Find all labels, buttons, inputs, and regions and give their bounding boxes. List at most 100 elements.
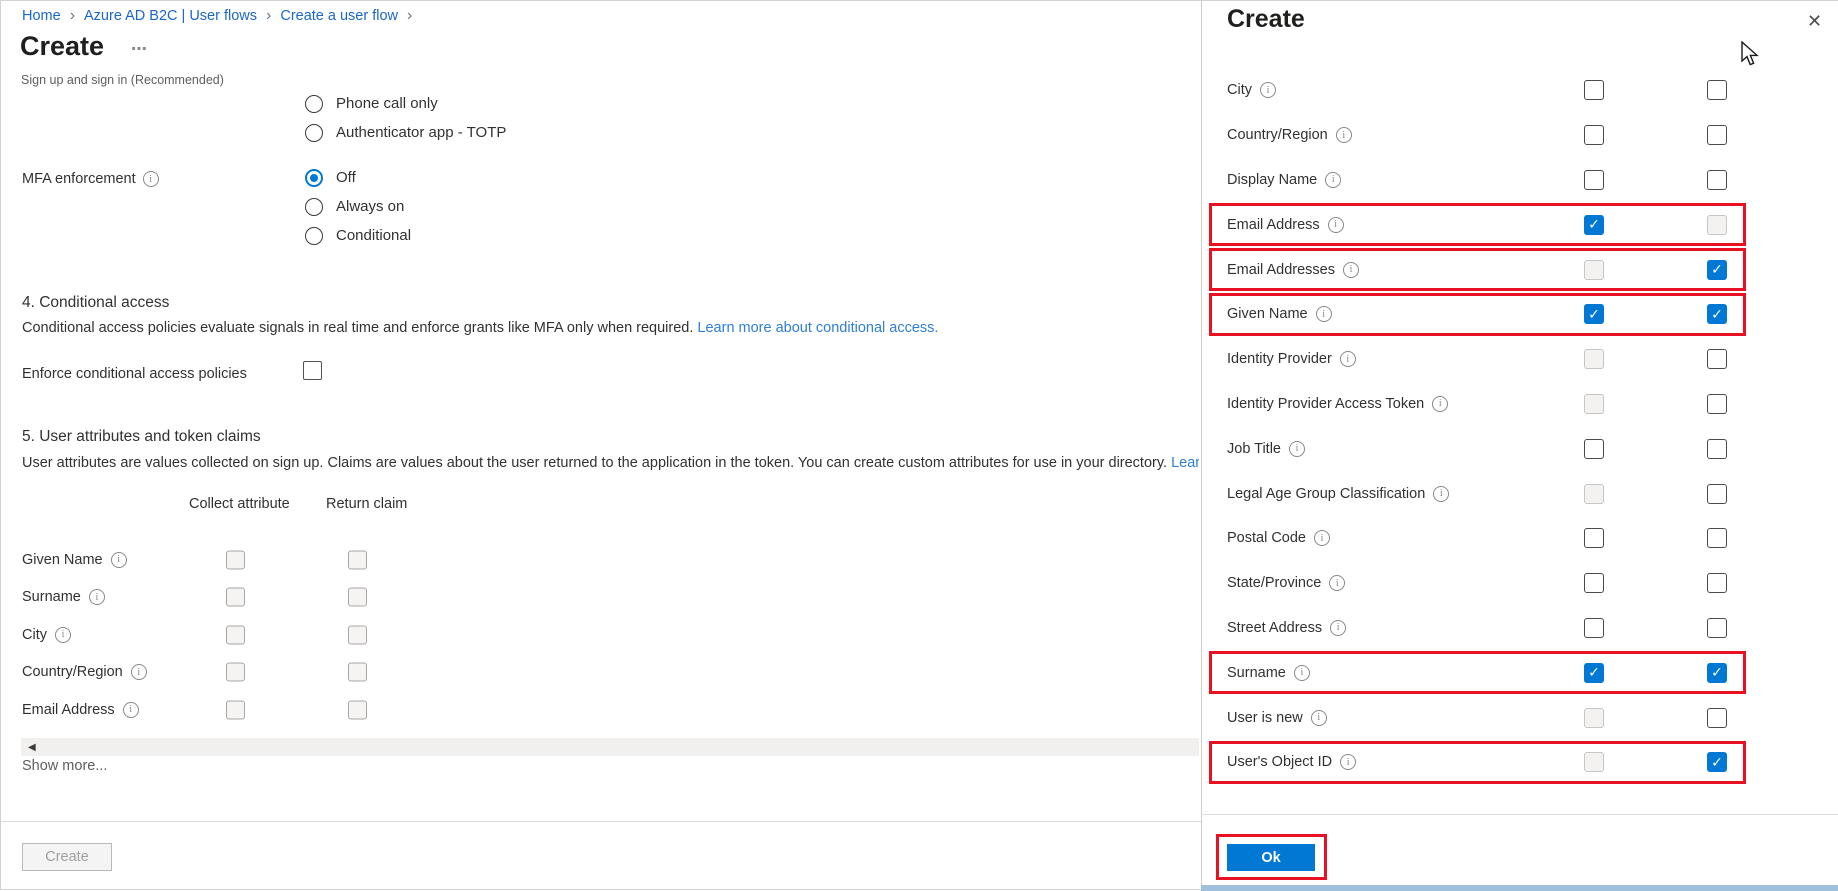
panel-footer-divider xyxy=(1201,814,1838,815)
return-claim-checkbox[interactable] xyxy=(348,662,367,682)
learn-more-link[interactable]: Learn more about conditional access. xyxy=(697,320,938,336)
collect-attribute-checkbox[interactable] xyxy=(1584,662,1604,683)
info-icon[interactable] xyxy=(1343,261,1359,278)
ellipsis-menu-icon[interactable]: ⋯ xyxy=(131,39,148,59)
collect-attribute-checkbox[interactable] xyxy=(1584,617,1604,638)
info-icon[interactable] xyxy=(88,589,105,606)
collect-attribute-checkbox[interactable] xyxy=(1584,304,1604,325)
footer-divider xyxy=(1,821,1201,822)
collect-attribute-checkbox[interactable] xyxy=(1584,528,1604,549)
ok-button[interactable]: Ok xyxy=(1227,844,1315,871)
return-claim-checkbox[interactable] xyxy=(348,587,367,607)
info-icon[interactable] xyxy=(1329,575,1346,592)
breadcrumb-link[interactable]: Azure AD B2C | User flows xyxy=(84,8,257,24)
info-icon[interactable] xyxy=(54,626,71,643)
radio-button[interactable] xyxy=(305,197,323,216)
collect-attribute-checkbox[interactable] xyxy=(1584,259,1604,280)
collect-attribute-checkbox[interactable] xyxy=(226,550,245,570)
return-claim-checkbox[interactable] xyxy=(1707,662,1727,683)
return-claim-checkbox[interactable] xyxy=(1707,304,1727,325)
return-claim-checkbox[interactable] xyxy=(1707,438,1727,459)
attribute-label: Street Address xyxy=(1227,619,1347,636)
collect-attribute-checkbox[interactable] xyxy=(1584,214,1604,235)
return-claim-checkbox[interactable] xyxy=(1707,483,1727,504)
return-claim-checkbox[interactable] xyxy=(1707,169,1727,190)
return-claim-checkbox[interactable] xyxy=(1707,80,1727,101)
info-icon[interactable] xyxy=(122,701,139,718)
return-claim-checkbox[interactable] xyxy=(1707,528,1727,549)
learn-more-link-truncated[interactable]: Learn xyxy=(1171,455,1199,471)
info-icon[interactable] xyxy=(1314,530,1330,547)
collect-attribute-checkbox[interactable] xyxy=(1584,349,1604,370)
info-icon[interactable] xyxy=(1432,395,1449,412)
info-icon[interactable] xyxy=(142,171,159,187)
create-user-flow-page: Home Azure AD B2C | User flows Create a … xyxy=(0,0,1838,891)
close-icon[interactable] xyxy=(1807,11,1822,32)
info-icon[interactable] xyxy=(1310,709,1327,726)
horizontal-scrollbar[interactable] xyxy=(21,738,1199,756)
breadcrumb-link[interactable]: Home xyxy=(22,8,61,24)
table-row: Email Address xyxy=(1,691,621,729)
collect-attribute-checkbox[interactable] xyxy=(226,587,245,607)
attribute-row: Identity Provider Access Token xyxy=(1201,382,1838,427)
attribute-label: Surname xyxy=(22,589,105,606)
show-more-link[interactable]: Show more... xyxy=(22,758,107,774)
info-icon[interactable] xyxy=(110,551,127,568)
return-claim-checkbox[interactable] xyxy=(348,550,367,570)
scroll-left-icon[interactable] xyxy=(28,742,36,753)
chevron-right-icon xyxy=(266,7,271,25)
collect-attribute-checkbox[interactable] xyxy=(1584,752,1604,773)
collect-attribute-checkbox[interactable] xyxy=(1584,438,1604,459)
breadcrumb-link[interactable]: Create a user flow xyxy=(280,8,398,24)
attribute-row: City xyxy=(1201,68,1838,113)
collect-attribute-checkbox[interactable] xyxy=(1584,125,1604,146)
return-claim-checkbox[interactable] xyxy=(1707,707,1727,728)
collect-attribute-checkbox[interactable] xyxy=(226,700,245,720)
return-claim-checkbox[interactable] xyxy=(1707,214,1727,235)
return-claim-checkbox[interactable] xyxy=(348,625,367,645)
info-icon[interactable] xyxy=(1293,664,1310,681)
info-icon[interactable] xyxy=(1433,485,1450,502)
info-icon[interactable] xyxy=(1330,619,1347,636)
collect-attribute-checkbox[interactable] xyxy=(1584,80,1604,101)
table-row: Country/Region xyxy=(1,654,621,692)
radio-button[interactable] xyxy=(305,226,323,245)
info-icon[interactable] xyxy=(1335,127,1352,144)
collect-attribute-checkbox[interactable] xyxy=(1584,393,1604,414)
collect-attribute-checkbox[interactable] xyxy=(1584,169,1604,190)
info-icon[interactable] xyxy=(1259,82,1276,99)
info-icon[interactable] xyxy=(1327,216,1344,233)
return-claim-checkbox[interactable] xyxy=(1707,393,1727,414)
return-claim-checkbox[interactable] xyxy=(1707,573,1727,594)
chevron-right-icon xyxy=(407,7,412,25)
collect-attribute-checkbox[interactable] xyxy=(1584,573,1604,594)
return-claim-checkbox[interactable] xyxy=(1707,617,1727,638)
radio-button[interactable] xyxy=(305,123,323,142)
return-claim-checkbox[interactable] xyxy=(1707,125,1727,146)
attribute-label: Email Address xyxy=(22,701,139,718)
return-claim-checkbox[interactable] xyxy=(348,700,367,720)
info-icon[interactable] xyxy=(1289,440,1305,457)
collect-attribute-checkbox[interactable] xyxy=(226,662,245,682)
radio-button[interactable] xyxy=(305,168,323,187)
panel-attribute-list: City Country/Region Display Name xyxy=(1201,68,1838,785)
collect-attribute-checkbox[interactable] xyxy=(1584,707,1604,728)
radio-button[interactable] xyxy=(305,94,323,113)
info-icon[interactable] xyxy=(1339,351,1356,368)
return-claim-checkbox[interactable] xyxy=(1707,259,1727,280)
info-icon[interactable] xyxy=(130,664,147,681)
return-claim-checkbox[interactable] xyxy=(1707,349,1727,370)
info-icon[interactable] xyxy=(1340,754,1357,771)
radio-option: Off xyxy=(305,163,725,192)
create-button[interactable]: Create xyxy=(22,843,112,871)
return-claim-checkbox[interactable] xyxy=(1707,752,1727,773)
conditional-access-description: Conditional access policies evaluate sig… xyxy=(22,320,939,336)
attribute-row: Email Addresses xyxy=(1201,247,1838,292)
attribute-label: User is new xyxy=(1227,709,1327,726)
info-icon[interactable] xyxy=(1325,171,1342,188)
enforce-policies-checkbox[interactable] xyxy=(303,361,322,380)
table-row: City xyxy=(1,616,621,654)
collect-attribute-checkbox[interactable] xyxy=(1584,483,1604,504)
collect-attribute-checkbox[interactable] xyxy=(226,625,245,645)
info-icon[interactable] xyxy=(1315,306,1332,323)
